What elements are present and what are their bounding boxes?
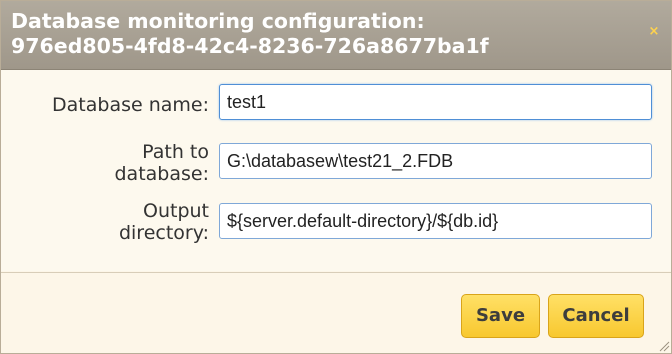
database-config-dialog: Database monitoring configuration: 976ed… [0,0,672,354]
resize-grip-icon[interactable] [658,340,670,352]
database-path-label-line-2: database: [114,163,210,185]
output-directory-label: Output directory: [9,200,209,244]
database-name-label: Database name: [9,94,209,116]
close-icon[interactable]: × [647,25,661,39]
database-name-label-text: Database name: [52,94,209,116]
output-directory-label-line-1: Output [143,200,209,222]
dialog-title-line-1: Database monitoring configuration: [11,9,425,33]
database-path-input[interactable] [219,143,652,179]
cancel-button[interactable]: Cancel [548,294,644,338]
database-name-input[interactable] [219,84,652,120]
button-bar: Save Cancel [1,273,671,353]
database-path-label: Path to database: [9,141,210,185]
dialog-title: Database monitoring configuration: 976ed… [11,9,611,59]
save-button[interactable]: Save [461,294,540,338]
output-directory-label-line-2: directory: [118,222,209,244]
dialog-titlebar[interactable]: Database monitoring configuration: 976ed… [1,1,671,70]
output-directory-input[interactable] [219,203,652,239]
form-area: Database name: Path to database: Output … [1,70,671,271]
database-path-label-line-1: Path to [142,141,209,163]
dialog-title-line-2: 976ed805-4fd8-42c4-8236-726a8677ba1f [11,34,489,58]
